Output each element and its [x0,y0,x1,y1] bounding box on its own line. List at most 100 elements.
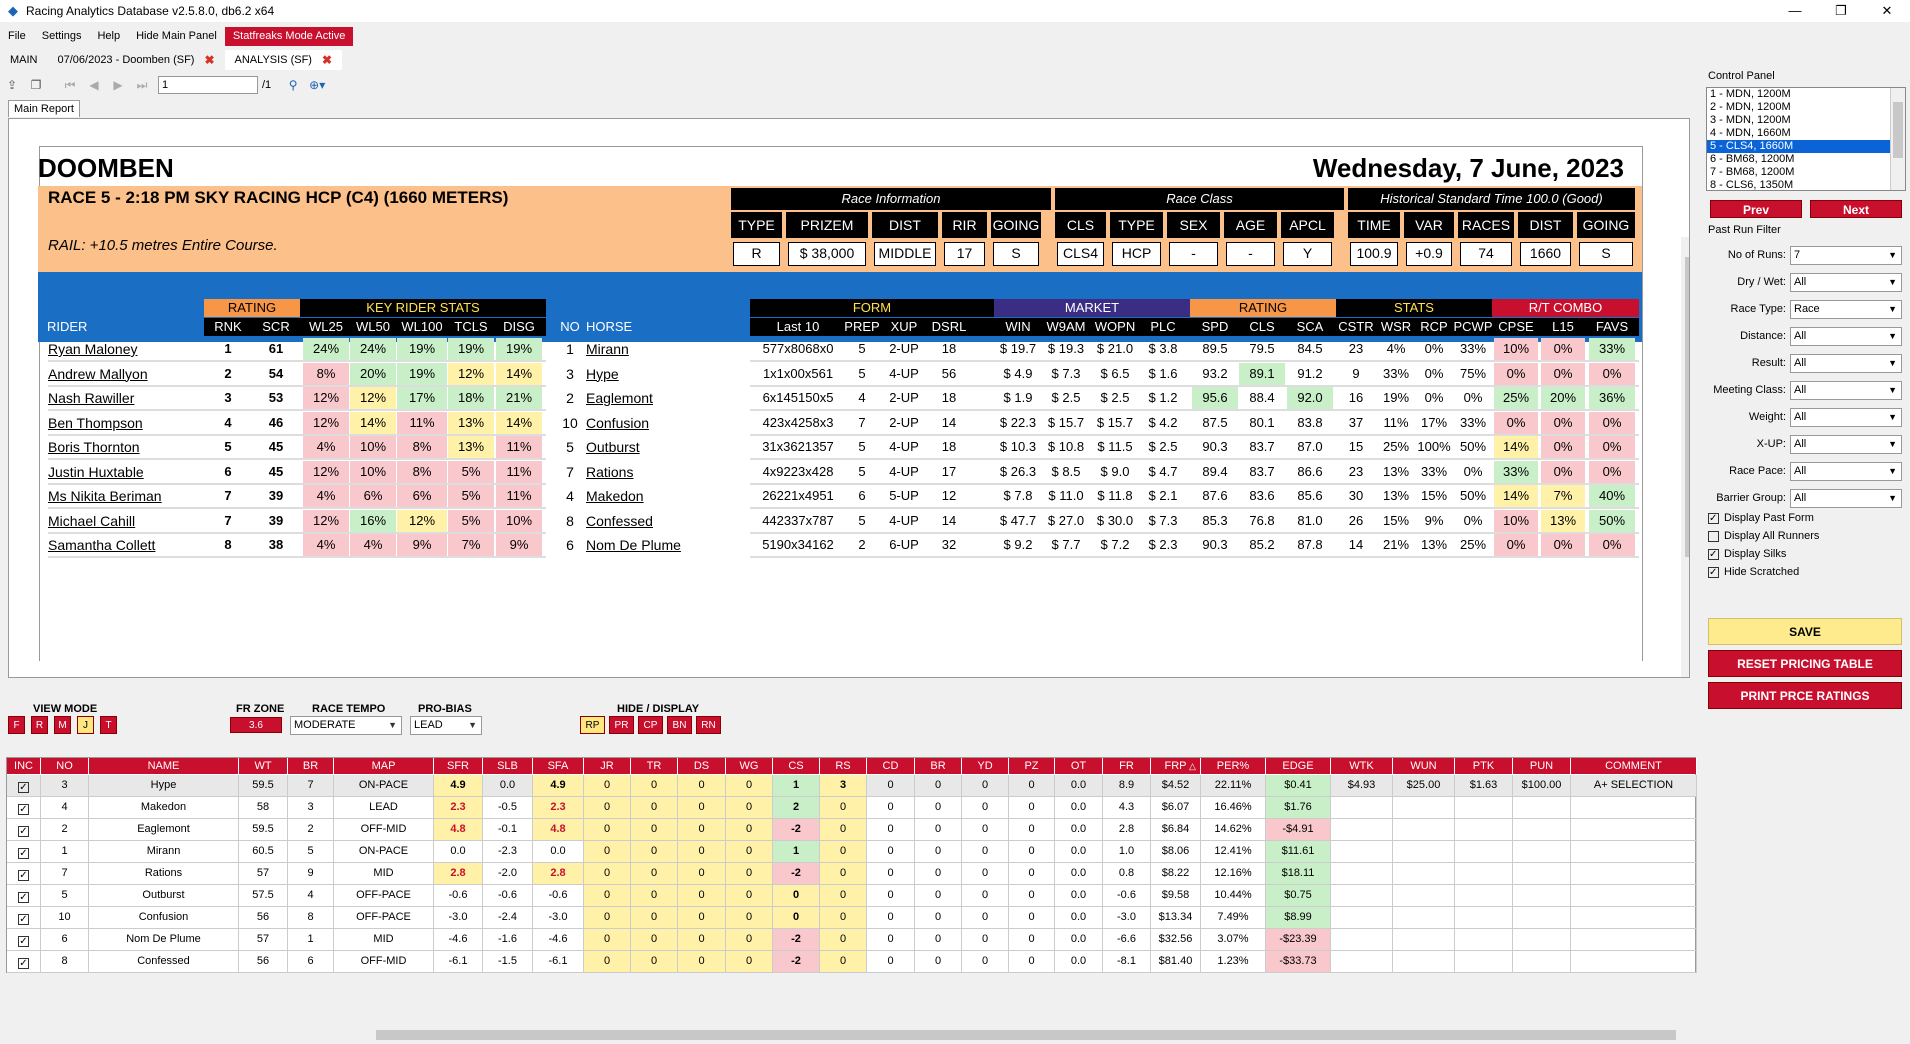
restore-icon[interactable]: ❐ [1818,0,1864,22]
rider-link[interactable]: Boris Thornton [48,436,208,458]
first-page-icon[interactable]: ⏮ [58,78,82,93]
menu-hide-main-panel[interactable]: Hide Main Panel [128,27,225,46]
grid-header-ds[interactable]: DS [678,758,726,774]
grid-header-pz[interactable]: PZ [1009,758,1055,774]
prev-page-icon[interactable]: ◀ [82,78,106,92]
grid-cell-comment[interactable] [1571,863,1697,884]
menu-settings[interactable]: Settings [34,27,90,46]
grid-header-map[interactable]: MAP [334,758,434,774]
horse-link[interactable]: Nom De Plume [586,534,736,556]
view-mode-button-j[interactable]: J [77,716,94,734]
grid-header-jr[interactable]: JR [584,758,631,774]
view-mode-button-m[interactable]: M [54,716,71,734]
horse-link[interactable]: Eaglemont [586,387,736,409]
grid-header-ot[interactable]: OT [1055,758,1103,774]
filter-select[interactable]: All ▼ [1790,408,1902,427]
filter-select[interactable]: All ▼ [1790,381,1902,400]
view-mode-button-t[interactable]: T [100,716,117,734]
grid-header-name[interactable]: NAME [89,758,239,774]
horse-link[interactable]: Makedon [586,485,736,507]
grid-header-fr[interactable]: FR [1103,758,1151,774]
view-mode-button-f[interactable]: F [8,716,25,734]
race-list-item[interactable]: 5 - CLS4, 1660M [1707,140,1905,153]
filter-select[interactable]: All ▼ [1790,327,1902,346]
filter-select[interactable]: Race ▼ [1790,300,1902,319]
include-checkbox-cell[interactable]: ✓ [7,863,41,884]
grid-header-ptk[interactable]: PTK [1455,758,1513,774]
include-checkbox[interactable]: ✓ [18,826,29,837]
grid-header-wt[interactable]: WT [239,758,288,774]
close-icon[interactable]: ✕ [1864,0,1910,22]
race-list[interactable]: 1 - MDN, 1200M 2 - MDN, 1200M 3 - MDN, 120… [1706,87,1906,191]
reset-pricing-table-button[interactable]: RESET PRICING TABLE [1708,650,1902,677]
minimize-icon[interactable]: — [1772,0,1818,22]
horse-link[interactable]: Hype [586,363,736,385]
prev-race-button[interactable]: Prev [1710,200,1802,218]
page-number-input[interactable]: 1 [158,76,258,94]
include-checkbox-cell[interactable]: ✓ [7,885,41,906]
checkbox-row[interactable]: ✓ Display Past Form [1708,512,1814,524]
race-list-item[interactable]: 4 - MDN, 1660M [1707,127,1905,140]
hide-display-button-pr[interactable]: PR [609,716,634,734]
filter-select[interactable]: 7 ▼ [1790,246,1902,265]
rider-link[interactable]: Justin Huxtable [48,461,208,483]
rider-link[interactable]: Ms Nikita Beriman [48,485,208,507]
hide-display-button-cp[interactable]: CP [638,716,663,734]
tab-analysis[interactable]: ANALYSIS (SF) ✖ [224,50,343,70]
rider-link[interactable]: Ryan Maloney [48,338,208,360]
rider-link[interactable]: Samantha Collett [48,534,208,556]
tab-race-meeting[interactable]: 07/06/2023 - Doomben (SF) ✖ [48,50,225,70]
grid-header-sfr[interactable]: SFR [434,758,483,774]
close-tab-icon[interactable]: ✖ [204,53,214,67]
binoculars-icon[interactable]: ⚲ [281,78,305,92]
race-list-scrollbar[interactable] [1890,88,1905,190]
next-page-icon[interactable]: ▶ [106,78,130,92]
grid-header-comment[interactable]: COMMENT [1571,758,1697,774]
grid-cell-comment[interactable] [1571,929,1697,950]
include-checkbox[interactable]: ✓ [18,870,29,881]
tab-main[interactable]: MAIN [0,50,48,70]
print-price-ratings-button[interactable]: PRINT PRCE RATINGS [1708,682,1902,709]
include-checkbox-cell[interactable]: ✓ [7,819,41,840]
view-mode-button-r[interactable]: R [31,716,48,734]
scroll-thumb[interactable] [1893,102,1903,158]
last-page-icon[interactable]: ⏭ [130,78,154,93]
include-checkbox-cell[interactable]: ✓ [7,797,41,818]
include-checkbox-cell[interactable]: ✓ [7,951,41,972]
copy-icon[interactable]: ❐ [24,78,48,92]
horse-link[interactable]: Confusion [586,412,736,434]
race-list-item[interactable]: 1 - MDN, 1200M [1707,88,1905,101]
include-checkbox[interactable]: ✓ [18,914,29,925]
race-list-item[interactable]: 2 - MDN, 1200M [1707,101,1905,114]
grid-header-cd[interactable]: CD [867,758,915,774]
include-checkbox-cell[interactable]: ✓ [7,929,41,950]
include-checkbox[interactable]: ✓ [18,782,29,793]
rider-link[interactable]: Michael Cahill [48,510,208,532]
grid-horizontal-scrollbar[interactable] [6,1028,1696,1042]
grid-cell-comment[interactable] [1571,841,1697,862]
include-checkbox-cell[interactable]: ✓ [7,907,41,928]
menu-file[interactable]: File [0,27,34,46]
grid-header-pun[interactable]: PUN [1513,758,1571,774]
filter-select[interactable]: All ▼ [1790,273,1902,292]
grid-header-wtk[interactable]: WTK [1331,758,1393,774]
include-checkbox-cell[interactable]: ✓ [7,841,41,862]
include-checkbox[interactable]: ✓ [18,936,29,947]
race-list-item[interactable]: 8 - CLS6, 1350M [1707,179,1905,192]
filter-select[interactable]: All ▼ [1790,435,1902,454]
grid-header-no[interactable]: NO [41,758,89,774]
include-checkbox[interactable]: ✓ [18,958,29,969]
rider-link[interactable]: Andrew Mallyon [48,363,208,385]
grid-header-br2[interactable]: BR [915,758,962,774]
grid-header-tr[interactable]: TR [631,758,678,774]
rider-link[interactable]: Ben Thompson [48,412,208,434]
tab-main-report[interactable]: Main Report [8,100,80,117]
horse-link[interactable]: Outburst [586,436,736,458]
grid-cell-comment[interactable]: A+ SELECTION [1571,775,1697,796]
checkbox[interactable]: ✓ [1708,512,1719,524]
grid-header-rs[interactable]: RS [820,758,867,774]
horse-link[interactable]: Mirann [586,338,736,360]
grid-cell-comment[interactable] [1571,907,1697,928]
grid-header-br[interactable]: BR [288,758,334,774]
checkbox[interactable] [1708,530,1719,542]
